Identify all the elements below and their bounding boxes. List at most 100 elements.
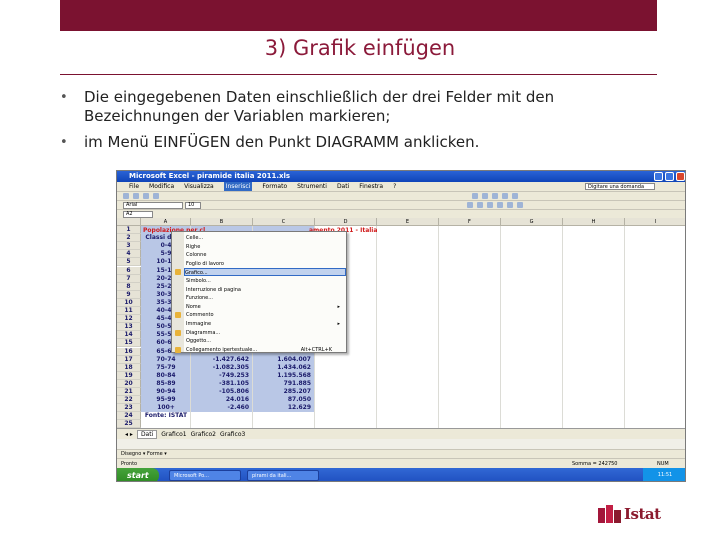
row-header-22[interactable]: 22 bbox=[117, 396, 141, 405]
row-header-10[interactable]: 10 bbox=[117, 298, 141, 307]
sheet-tab-2[interactable]: Grafico2 bbox=[191, 431, 216, 438]
chart-icon[interactable] bbox=[492, 193, 498, 199]
column-header-E[interactable]: E bbox=[377, 218, 439, 226]
insert-menu-item-4[interactable]: Grafico... bbox=[184, 268, 346, 277]
new-icon[interactable] bbox=[123, 193, 129, 199]
open-icon[interactable] bbox=[133, 193, 139, 199]
menu-item-4[interactable]: Formato bbox=[262, 182, 287, 191]
cell-age[interactable]: Fonte: ISTAT bbox=[141, 412, 191, 420]
font-size-select[interactable]: 10 bbox=[185, 202, 201, 209]
borders-icon[interactable] bbox=[497, 202, 503, 208]
column-header-F[interactable]: F bbox=[439, 218, 501, 226]
percent-icon[interactable] bbox=[487, 202, 493, 208]
sort-icon[interactable] bbox=[482, 193, 488, 199]
cell-males[interactable]: -1.082.305 bbox=[191, 364, 253, 372]
align-center-icon[interactable] bbox=[477, 202, 483, 208]
print-icon[interactable] bbox=[153, 193, 159, 199]
minimize-icon[interactable] bbox=[654, 172, 663, 181]
cell-males[interactable]: -1.427.642 bbox=[191, 356, 253, 364]
row-header-20[interactable]: 20 bbox=[117, 379, 141, 388]
help-search-input[interactable]: Digitare una domanda bbox=[585, 183, 655, 190]
menu-item-2[interactable]: Visualizza bbox=[184, 182, 214, 191]
sum-icon[interactable] bbox=[472, 193, 478, 199]
row-header-2[interactable]: 2 bbox=[117, 234, 141, 243]
row-header-8[interactable]: 8 bbox=[117, 282, 141, 291]
save-icon[interactable] bbox=[143, 193, 149, 199]
row-header-12[interactable]: 12 bbox=[117, 315, 141, 324]
insert-menu-item-1[interactable]: Righe bbox=[186, 243, 344, 251]
row-header-3[interactable]: 3 bbox=[117, 242, 141, 251]
insert-menu-item-3[interactable]: Foglio di lavoro bbox=[186, 260, 344, 268]
row-header-16[interactable]: 16 bbox=[117, 347, 141, 356]
maximize-icon[interactable] bbox=[665, 172, 674, 181]
column-header-C[interactable]: C bbox=[253, 218, 315, 226]
cell-age[interactable]: 75-79 bbox=[141, 364, 191, 372]
row-header-13[interactable]: 13 bbox=[117, 323, 141, 332]
cell-females[interactable]: 87.050 bbox=[253, 396, 315, 404]
taskbar-item-excel[interactable]: pirami da itali... bbox=[247, 470, 319, 481]
taskbar-item-powerpoint[interactable]: Microsoft Po... bbox=[169, 470, 241, 481]
row-header-11[interactable]: 11 bbox=[117, 307, 141, 316]
menu-item-3[interactable]: Inserisci bbox=[223, 182, 253, 191]
cell-females[interactable]: 285.207 bbox=[253, 388, 315, 396]
row-header-5[interactable]: 5 bbox=[117, 258, 141, 267]
cell-females[interactable]: 1.195.568 bbox=[253, 372, 315, 380]
zoom-icon[interactable] bbox=[502, 193, 508, 199]
cell-females[interactable]: 1.604.007 bbox=[253, 356, 315, 364]
row-header-17[interactable]: 17 bbox=[117, 355, 141, 364]
row-header-21[interactable]: 21 bbox=[117, 388, 141, 397]
fill-color-icon[interactable] bbox=[507, 202, 513, 208]
menu-item-6[interactable]: Dati bbox=[337, 182, 349, 191]
cell-males[interactable]: -105.806 bbox=[191, 388, 253, 396]
insert-menu-item-6[interactable]: Interruzione di pagina bbox=[186, 286, 344, 294]
cell-males[interactable]: -381.105 bbox=[191, 380, 253, 388]
insert-menu-item-9[interactable]: Commento bbox=[186, 311, 344, 319]
row-header-7[interactable]: 7 bbox=[117, 274, 141, 283]
menu-item-8[interactable]: ? bbox=[393, 182, 396, 191]
row-header-14[interactable]: 14 bbox=[117, 331, 141, 340]
insert-menu-item-12[interactable]: Oggetto... bbox=[186, 337, 344, 345]
cell-age[interactable]: 80-84 bbox=[141, 372, 191, 380]
cell-age[interactable]: 100+ bbox=[141, 404, 191, 412]
name-box[interactable]: A2 bbox=[123, 211, 153, 218]
insert-menu-item-11[interactable]: Diagramma... bbox=[186, 329, 344, 337]
column-header-D[interactable]: D bbox=[315, 218, 377, 226]
row-header-15[interactable]: 15 bbox=[117, 339, 141, 348]
cell-age[interactable]: 85-89 bbox=[141, 380, 191, 388]
cell-age[interactable]: 70-74 bbox=[141, 356, 191, 364]
cell-males[interactable]: 24.016 bbox=[191, 396, 253, 404]
row-header-6[interactable]: 6 bbox=[117, 266, 141, 275]
font-name-select[interactable]: Arial bbox=[123, 202, 183, 209]
menu-item-7[interactable]: Finestra bbox=[359, 182, 383, 191]
insert-menu-item-2[interactable]: Colonne bbox=[186, 251, 344, 259]
row-header-1[interactable]: 1 bbox=[117, 226, 141, 235]
sheet-nav-icon[interactable]: ◂ ▸ bbox=[125, 431, 133, 438]
insert-menu-item-7[interactable]: Funzione... bbox=[186, 294, 344, 302]
cell-females[interactable]: 791.885 bbox=[253, 380, 315, 388]
corner-cell[interactable] bbox=[117, 218, 141, 226]
insert-menu-item-8[interactable]: Nome ▸ bbox=[186, 303, 344, 311]
help-icon[interactable] bbox=[512, 193, 518, 199]
insert-menu-item-0[interactable]: Celle... bbox=[186, 234, 344, 242]
row-header-4[interactable]: 4 bbox=[117, 250, 141, 259]
insert-menu-item-13[interactable]: Collegamento ipertestuale... Alt+CTRL+K bbox=[186, 346, 344, 354]
cell-males[interactable]: -749.253 bbox=[191, 372, 253, 380]
close-icon[interactable] bbox=[676, 172, 685, 181]
column-header-H[interactable]: H bbox=[563, 218, 625, 226]
row-header-19[interactable]: 19 bbox=[117, 371, 141, 380]
start-button[interactable]: start bbox=[117, 468, 159, 481]
font-color-icon[interactable] bbox=[517, 202, 523, 208]
insert-menu-item-10[interactable]: Immagine ▸ bbox=[186, 320, 344, 328]
row-header-18[interactable]: 18 bbox=[117, 363, 141, 372]
insert-menu-item-5[interactable]: Simbolo... bbox=[186, 277, 344, 285]
menu-item-1[interactable]: Modifica bbox=[149, 182, 174, 191]
cell-age[interactable]: 95-99 bbox=[141, 396, 191, 404]
align-left-icon[interactable] bbox=[467, 202, 473, 208]
row-header-23[interactable]: 23 bbox=[117, 404, 141, 413]
column-header-A[interactable]: A bbox=[141, 218, 191, 226]
menu-item-5[interactable]: Strumenti bbox=[297, 182, 327, 191]
cell-age[interactable]: 90-94 bbox=[141, 388, 191, 396]
column-header-G[interactable]: G bbox=[501, 218, 563, 226]
sheet-tab-1[interactable]: Grafico1 bbox=[161, 431, 186, 438]
cell-females[interactable]: 1.434.062 bbox=[253, 364, 315, 372]
